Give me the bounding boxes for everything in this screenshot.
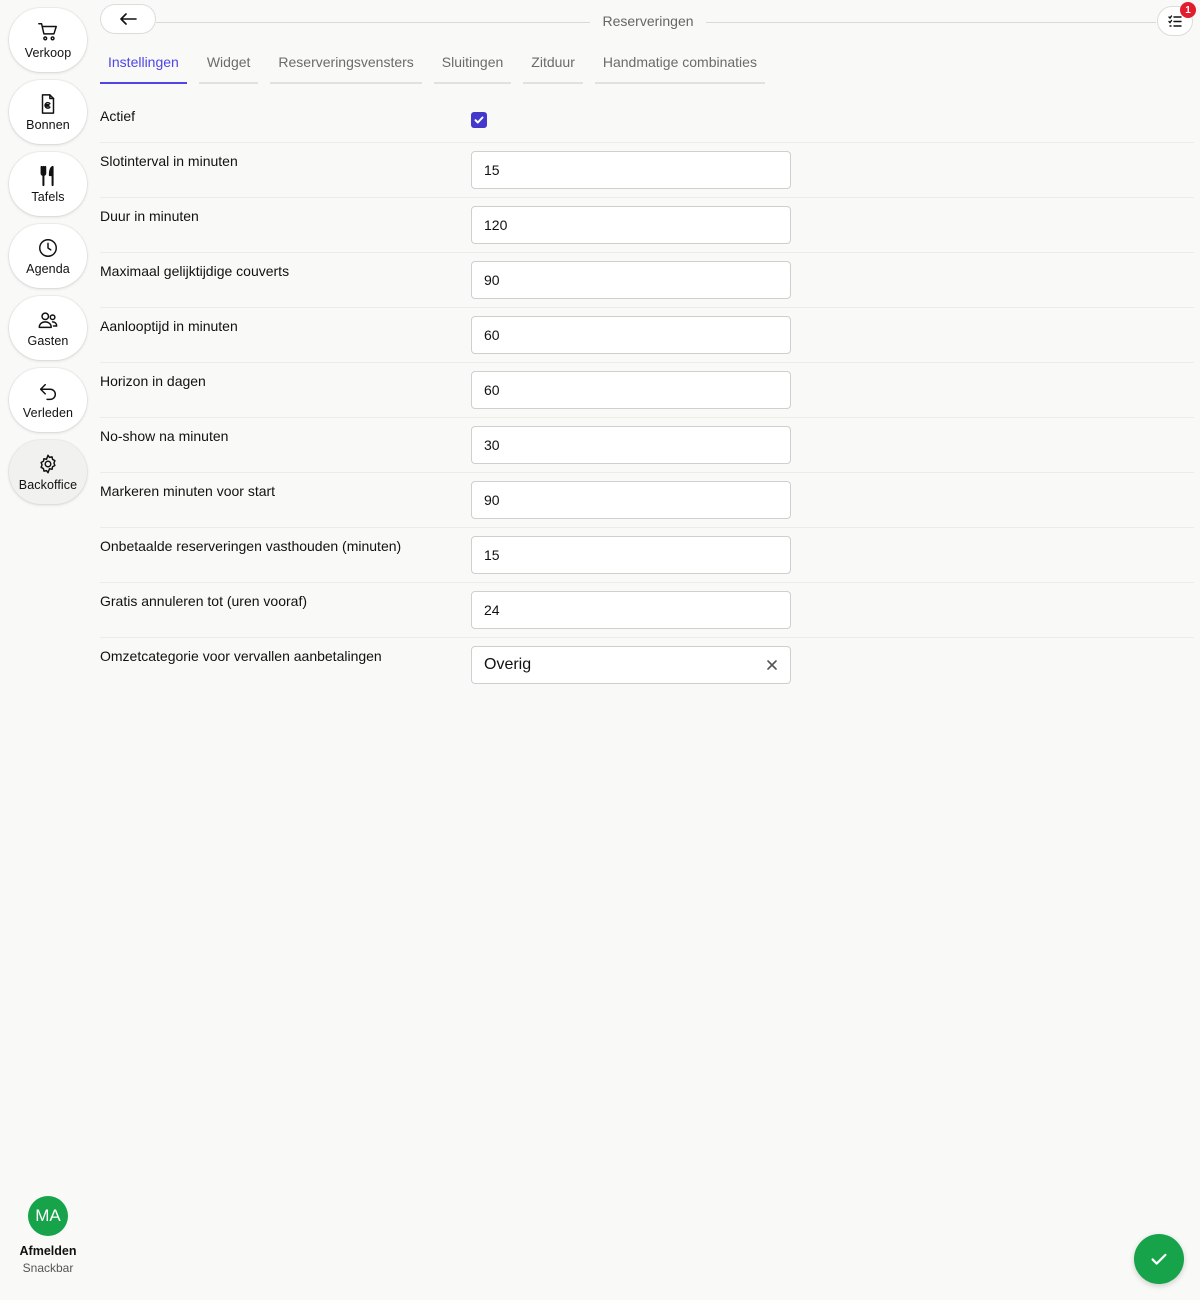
sidebar-item-label: Verkoop <box>24 45 72 60</box>
settings-form: Actief Slotinterval in minuten Duur in m… <box>100 98 1194 693</box>
logout-link[interactable]: Afmelden <box>0 1244 96 1258</box>
sidebar-item-verkoop[interactable]: Verkoop <box>9 8 87 72</box>
form-row: Duur in minuten <box>100 198 1194 253</box>
sidebar-item-label: Verleden <box>22 405 74 420</box>
arrow-left-icon <box>120 13 137 25</box>
markeren-input[interactable] <box>471 481 791 519</box>
form-row: Slotinterval in minuten <box>100 143 1194 198</box>
no-show-input[interactable] <box>471 426 791 464</box>
sidebar-item-gasten[interactable]: Gasten <box>9 296 87 360</box>
sidebar-item-label: Agenda <box>26 261 70 276</box>
gratis-annuleren-input[interactable] <box>471 591 791 629</box>
form-row: Onbetaalde reserveringen vasthouden (min… <box>100 528 1194 583</box>
field-label: Slotinterval in minuten <box>100 153 238 169</box>
check-icon <box>1151 1253 1167 1265</box>
tab-zitduur[interactable]: Zitduur <box>523 50 583 84</box>
sidebar-item-verleden[interactable]: Verleden <box>9 368 87 432</box>
sidebar-item-label: Tafels <box>31 189 65 204</box>
clock-icon <box>39 238 57 257</box>
form-row: No-show na minuten <box>100 418 1194 473</box>
save-button[interactable] <box>1134 1234 1184 1284</box>
field-label: Aanlooptijd in minuten <box>100 318 238 334</box>
form-row: Gratis annuleren tot (uren vooraf) <box>100 583 1194 638</box>
field-label: No-show na minuten <box>100 428 229 444</box>
form-row: Markeren minuten voor start <box>100 473 1194 528</box>
select-value: Overig <box>484 656 532 673</box>
horizon-input[interactable] <box>471 371 791 409</box>
close-icon[interactable] <box>766 659 778 671</box>
cart-icon <box>38 22 57 41</box>
tab-handmatige-combinaties[interactable]: Handmatige combinaties <box>594 50 765 84</box>
slotinterval-input[interactable] <box>471 151 791 189</box>
aanlooptijd-input[interactable] <box>471 316 791 354</box>
avatar[interactable]: MA <box>28 1196 68 1236</box>
field-label: Actief <box>100 108 136 124</box>
cutlery-icon <box>40 165 54 186</box>
receipt-icon <box>41 93 55 114</box>
form-row: Aanlooptijd in minuten <box>100 308 1194 363</box>
sidebar-item-bonnen[interactable]: Bonnen <box>9 80 87 144</box>
sidebar: Verkoop Bonnen Tafels Agenda Gasten Verl… <box>0 0 96 1300</box>
form-row: Horizon in dagen <box>100 363 1194 418</box>
check-icon <box>474 116 484 124</box>
form-row: Maximaal gelijktijdige couverts <box>100 253 1194 308</box>
max-couverts-input[interactable] <box>471 261 791 299</box>
field-label: Omzetcategorie voor vervallen aanbetalin… <box>100 648 382 664</box>
tab-sluitingen[interactable]: Sluitingen <box>433 50 512 84</box>
location-label: Snackbar <box>22 1261 74 1275</box>
tab-instellingen[interactable]: Instellingen <box>100 50 187 84</box>
duur-input[interactable] <box>471 206 791 244</box>
page-title: Reserveringen <box>602 13 694 29</box>
user-panel[interactable]: MA Afmelden Snackbar <box>0 1196 96 1275</box>
notification-badge: 1 <box>1180 2 1196 18</box>
header-divider <box>156 22 590 23</box>
tab-widget[interactable]: Widget <box>198 50 259 84</box>
tab-bar: Instellingen Widget Reserveringsvensters… <box>100 50 765 84</box>
undo-icon <box>39 383 56 400</box>
onbetaald-vasthouden-input[interactable] <box>471 536 791 574</box>
actief-checkbox[interactable] <box>471 112 487 128</box>
checklist-icon <box>1168 15 1182 27</box>
sidebar-item-label: Gasten <box>27 333 69 348</box>
field-label: Maximaal gelijktijdige couverts <box>100 263 290 279</box>
tab-reserveringsvensters[interactable]: Reserveringsvensters <box>270 50 422 84</box>
sidebar-item-label: Backoffice <box>18 477 78 492</box>
field-label: Duur in minuten <box>100 208 199 224</box>
sidebar-item-backoffice[interactable]: Backoffice <box>9 440 87 504</box>
sidebar-item-label: Bonnen <box>26 117 70 132</box>
back-button[interactable] <box>100 4 156 34</box>
field-label: Gratis annuleren tot (uren vooraf) <box>100 593 307 609</box>
form-row-omzetcategorie: Omzetcategorie voor vervallen aanbetalin… <box>100 638 1194 693</box>
header-divider <box>706 22 1156 23</box>
form-row-actief: Actief <box>100 98 1194 143</box>
field-label: Horizon in dagen <box>100 373 206 389</box>
users-icon <box>38 311 58 328</box>
field-label: Onbetaalde reserveringen vasthouden (min… <box>100 538 402 554</box>
gear-icon <box>40 454 56 473</box>
sidebar-item-tafels[interactable]: Tafels <box>9 152 87 216</box>
field-label: Markeren minuten voor start <box>100 483 276 499</box>
sidebar-item-agenda[interactable]: Agenda <box>9 224 87 288</box>
omzetcategorie-select[interactable]: Overig <box>471 646 791 684</box>
